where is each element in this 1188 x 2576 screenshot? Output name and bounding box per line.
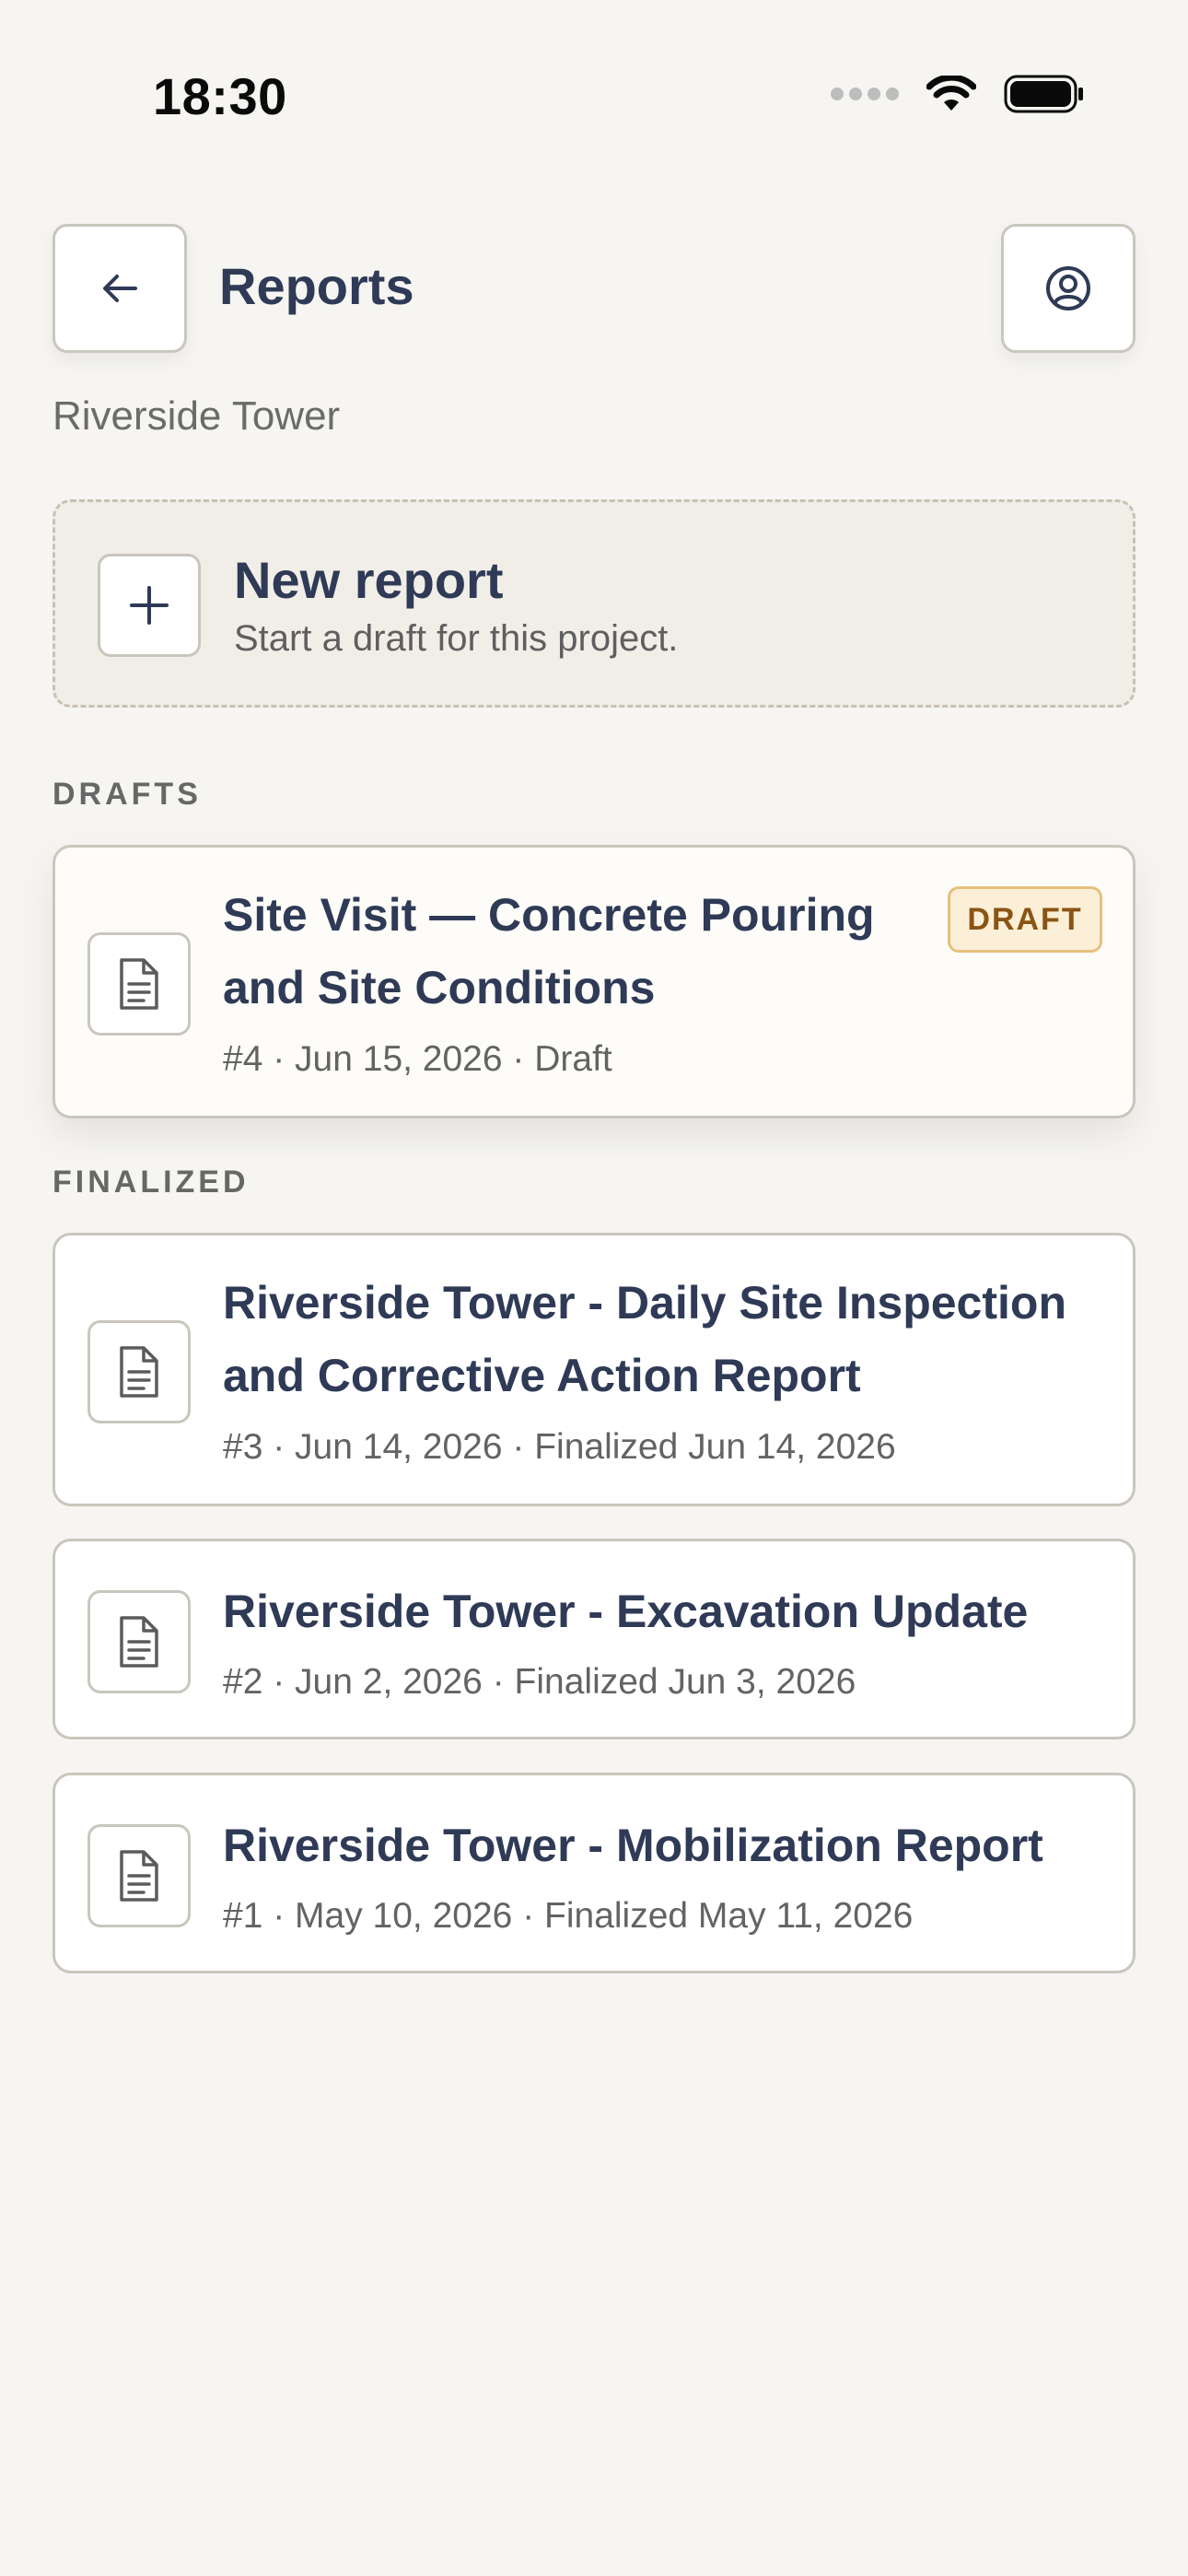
report-title: Riverside Tower - Mobilization Report — [223, 1820, 1043, 1871]
report-meta: #2 · Jun 2, 2026 · Finalized Jun 3, 2026 — [223, 1662, 856, 1702]
drafts-section-label: DRAFTS — [52, 777, 202, 812]
plus-icon — [130, 586, 169, 625]
report-card[interactable]: Riverside Tower - Mobilization Report #1… — [52, 1773, 1136, 1973]
arrow-left-icon — [103, 275, 137, 302]
report-doc-box — [87, 1824, 191, 1927]
report-title: Riverside Tower - Daily Site Inspection … — [223, 1267, 1066, 1412]
report-card-draft[interactable]: Site Visit — Concrete Pouring and Site C… — [52, 845, 1136, 1118]
report-card[interactable]: Riverside Tower - Daily Site Inspection … — [52, 1233, 1136, 1506]
report-card[interactable]: Riverside Tower - Excavation Update #2 ·… — [52, 1539, 1136, 1739]
report-title: Site Visit — Concrete Pouring and Site C… — [223, 879, 875, 1025]
signal-icon — [831, 88, 899, 100]
finalized-section-label: FINALIZED — [52, 1165, 250, 1200]
battery-icon — [1004, 75, 1083, 113]
report-meta: #4 · Jun 15, 2026 · Draft — [223, 1039, 612, 1079]
account-button[interactable] — [1001, 224, 1136, 353]
report-title-line-2: and Corrective Action Report — [223, 1350, 861, 1401]
new-report-title: New report — [234, 551, 504, 609]
status-bar: 18:30 — [0, 0, 1188, 193]
report-doc-box — [87, 932, 191, 1036]
user-circle-icon — [1046, 266, 1090, 310]
report-doc-box — [87, 1320, 191, 1423]
report-doc-box — [87, 1590, 191, 1693]
report-meta: #3 · Jun 14, 2026 · Finalized Jun 14, 20… — [223, 1427, 896, 1467]
report-title-line-1: Riverside Tower - Daily Site Inspection — [223, 1277, 1066, 1329]
back-button[interactable] — [52, 224, 187, 353]
wifi-icon — [926, 76, 976, 111]
new-report-subtitle: Start a draft for this project. — [234, 618, 679, 659]
report-meta: #1 · May 10, 2026 · Finalized May 11, 20… — [223, 1896, 914, 1936]
report-title: Riverside Tower - Excavation Update — [223, 1586, 1029, 1637]
new-report-card[interactable]: New report Start a draft for this projec… — [52, 499, 1136, 708]
page-title: Reports — [219, 257, 414, 315]
status-badge: DRAFT — [948, 886, 1102, 953]
report-title-line-1: Site Visit — Concrete Pouring — [223, 889, 875, 941]
new-report-button[interactable] — [98, 554, 201, 657]
document-icon — [120, 1616, 158, 1668]
document-icon — [120, 958, 158, 1010]
document-icon — [120, 1850, 158, 1902]
status-icons — [831, 74, 1085, 114]
project-name: Riverside Tower — [52, 393, 341, 439]
report-title-line-2: and Site Conditions — [223, 962, 656, 1013]
document-icon — [120, 1346, 158, 1398]
status-time: 18:30 — [153, 67, 287, 125]
